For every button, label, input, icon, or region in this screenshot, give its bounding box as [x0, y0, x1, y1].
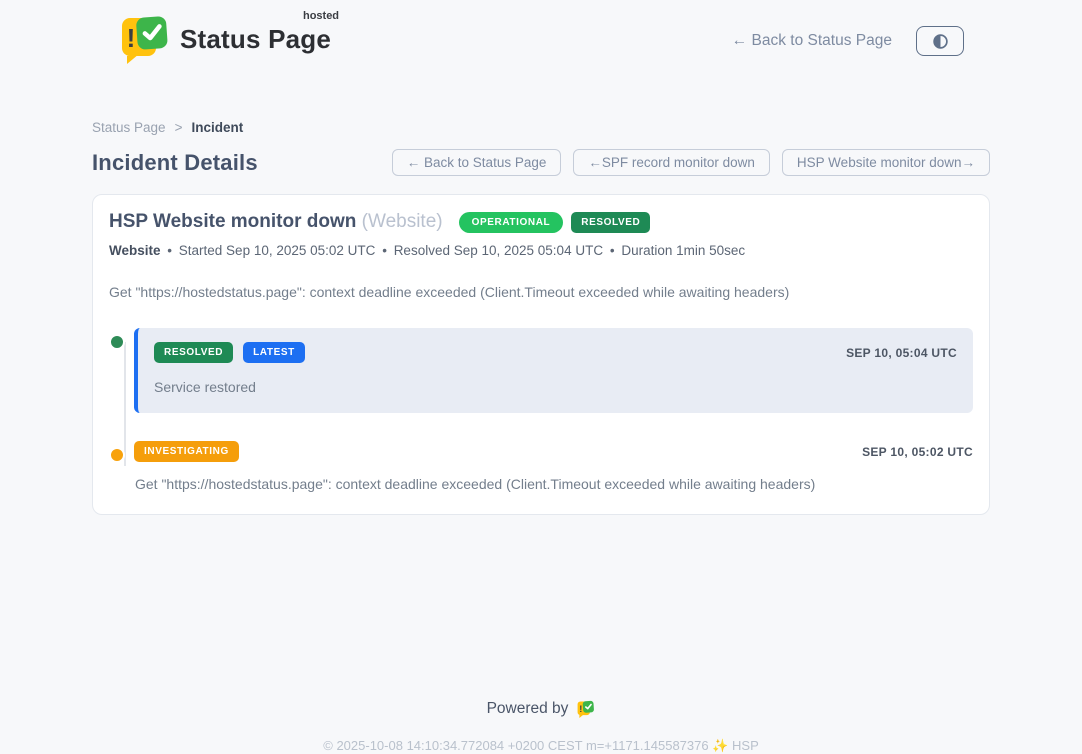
- timeline-timestamp: SEP 10, 05:04 UTC: [846, 346, 957, 360]
- contrast-icon: [932, 33, 949, 50]
- timeline-entry-investigating: INVESTIGATING SEP 10, 05:02 UTC Get "htt…: [134, 441, 973, 492]
- powered-by: Powered by !: [0, 700, 1082, 718]
- incident-card: HSP Website monitor down (Website) OPERA…: [92, 194, 990, 515]
- incident-nav-buttons: ← Back to Status Page ←SPF record monito…: [392, 149, 990, 176]
- theme-toggle-button[interactable]: [916, 26, 964, 56]
- timeline-timestamp: SEP 10, 05:02 UTC: [862, 445, 973, 459]
- title-row: Incident Details ← Back to Status Page ←…: [92, 149, 990, 176]
- timeline-dot-investigating: [109, 447, 125, 463]
- breadcrumb: Status Page > Incident: [92, 120, 990, 135]
- svg-text:!: !: [580, 704, 583, 714]
- timeline-entry-box: INVESTIGATING SEP 10, 05:02 UTC Get "htt…: [134, 441, 973, 492]
- timeline-connector: [124, 342, 126, 466]
- breadcrumb-incident: Incident: [191, 120, 243, 135]
- meta-started: Started Sep 10, 2025 05:02 UTC: [179, 243, 376, 258]
- brand-superscript: hosted: [303, 10, 339, 22]
- powered-by-label: Powered by: [487, 700, 569, 718]
- prev-incident-button[interactable]: ←SPF record monitor down: [573, 149, 770, 176]
- incident-description: Get "https://hostedstatus.page": context…: [109, 284, 973, 300]
- meta-component: Website: [109, 243, 161, 258]
- header: ! hosted Status Page ← Back to Status Pa…: [0, 0, 1082, 76]
- brand-logo[interactable]: ! hosted Status Page: [118, 14, 331, 69]
- latest-badge: LATEST: [243, 342, 305, 363]
- incident-meta: Website • Started Sep 10, 2025 05:02 UTC…: [109, 243, 973, 258]
- meta-duration: Duration 1min 50sec: [621, 243, 745, 258]
- main-content: Status Page > Incident Incident Details …: [92, 120, 990, 515]
- timeline-message: Get "https://hostedstatus.page": context…: [134, 476, 973, 492]
- incident-title: HSP Website monitor down (Website): [109, 211, 443, 233]
- incident-timeline: RESOLVED LATEST SEP 10, 05:04 UTC Servic…: [109, 328, 973, 492]
- resolved-badge: RESOLVED: [154, 342, 233, 363]
- back-to-status-page-link[interactable]: ← Back to Status Page: [732, 32, 892, 50]
- timeline-entry-box: RESOLVED LATEST SEP 10, 05:04 UTC Servic…: [134, 328, 973, 413]
- svg-text:!: !: [127, 23, 136, 53]
- copyright-text: © 2025-10-08 14:10:34.772084 +0200 CEST …: [0, 738, 1082, 754]
- brand-logo-icon-small[interactable]: !: [576, 700, 595, 718]
- timeline-message: Service restored: [154, 379, 957, 395]
- brand-logo-icon: !: [118, 14, 170, 69]
- resolved-badge: RESOLVED: [571, 212, 650, 233]
- back-to-status-page-button[interactable]: ← Back to Status Page: [392, 149, 562, 176]
- timeline-dot-resolved: [109, 334, 125, 350]
- incident-component: (Website): [362, 211, 443, 232]
- incident-title-row: HSP Website monitor down (Website) OPERA…: [109, 211, 973, 233]
- operational-badge: OPERATIONAL: [459, 212, 564, 233]
- page-title: Incident Details: [92, 150, 258, 176]
- breadcrumb-separator: >: [175, 120, 183, 135]
- brand-name: Status Page: [180, 24, 331, 54]
- brand-wordmark: hosted Status Page: [180, 14, 331, 55]
- next-incident-button[interactable]: HSP Website monitor down→: [782, 149, 990, 176]
- investigating-badge: INVESTIGATING: [134, 441, 239, 462]
- breadcrumb-status-page[interactable]: Status Page: [92, 120, 166, 135]
- timeline-entry-resolved: RESOLVED LATEST SEP 10, 05:04 UTC Servic…: [134, 328, 973, 413]
- footer: Powered by ! © 2025-10-08 14:10:34.77208…: [0, 700, 1082, 754]
- meta-resolved: Resolved Sep 10, 2025 05:04 UTC: [394, 243, 603, 258]
- header-actions: ← Back to Status Page: [732, 26, 964, 56]
